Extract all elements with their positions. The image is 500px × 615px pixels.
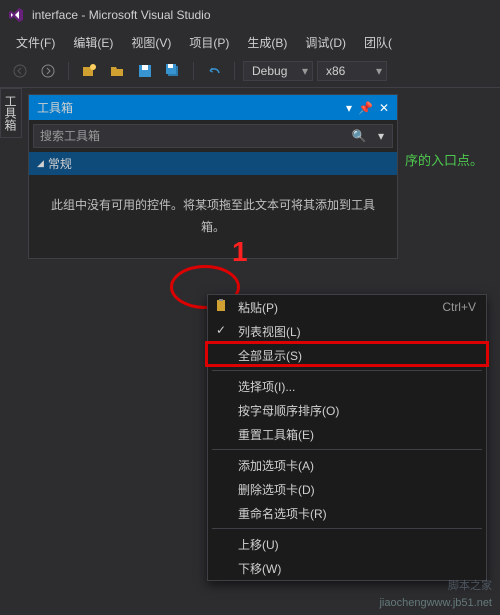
open-button[interactable] [105,59,129,83]
context-menu-item[interactable]: 按字母顺序排序(O) [208,398,486,422]
toolbox-header: 工具箱 ▾ 📌 ✕ [29,95,397,120]
toolbar-separator [68,62,69,80]
toolbox-pin-icon[interactable]: 📌 [358,101,373,115]
toolbar-separator [193,62,194,80]
toolbox-panel: 工具箱 ▾ 📌 ✕ 🔍 ▾ ◢ 常规 此组中没有可用的控件。将某项拖至此文本可将… [28,94,398,259]
watermark-text-2: jiaochengwww.jb51.net [379,597,492,609]
context-menu-item[interactable]: 重置工具箱(E) [208,422,486,446]
context-menu-label: 删除选项卡(D) [238,481,315,498]
context-menu-label: 按字母顺序排序(O) [238,402,339,419]
context-menu-label: 粘贴(P) [238,299,278,316]
check-icon: ✓ [216,323,226,337]
context-menu-separator [212,370,482,371]
config-value: Debug [252,64,287,78]
search-icon[interactable]: 🔍 [348,129,370,143]
category-label: 常规 [48,155,72,172]
config-dropdown[interactable]: Debug [243,61,313,81]
toolbox-close-icon[interactable]: ✕ [379,101,389,115]
vs-logo-icon [8,7,24,23]
context-menu-label: 下移(W) [238,560,281,577]
toolbox-search-row: 🔍 ▾ [33,124,393,148]
context-menu-label: 全部显示(S) [238,347,302,364]
context-menu: 粘贴(P) Ctrl+V ✓ 列表视图(L) 全部显示(S) 选择项(I)... 按字母顺序… [207,294,487,581]
menu-build[interactable]: 生成(B) [239,32,295,53]
watermark-text-1: 脚本之家 [448,577,492,593]
context-menu-item[interactable]: 粘贴(P) Ctrl+V [208,295,486,319]
context-menu-label: 列表视图(L) [238,323,301,340]
toolbar: Debug x86 [0,54,500,88]
menu-debug[interactable]: 调试(D) [297,32,354,53]
toolbar-separator [234,62,235,80]
context-menu-item: 删除选项卡(D) [208,477,486,501]
context-menu-separator [212,449,482,450]
undo-button[interactable] [202,59,226,83]
context-menu-label: 选择项(I)... [238,378,295,395]
menu-file[interactable]: 文件(F) [8,32,63,53]
new-project-button[interactable] [77,59,101,83]
paste-icon [214,298,230,314]
menu-view[interactable]: 视图(V) [123,32,179,53]
expand-icon: ◢ [37,158,44,169]
toolbox-category[interactable]: ◢ 常规 [29,152,397,175]
annotation-label-1: 1 [232,236,248,268]
nav-fwd-button[interactable] [36,59,60,83]
window-title: interface - Microsoft Visual Studio [32,8,211,22]
titlebar: interface - Microsoft Visual Studio [0,0,500,30]
context-menu-separator [212,528,482,529]
context-menu-item: 上移(U) [208,532,486,556]
menu-edit[interactable]: 编辑(E) [65,32,121,53]
sidebar-tab-toolbox[interactable]: 工具箱 [0,88,22,138]
save-button[interactable] [133,59,157,83]
context-menu-item[interactable]: 选择项(I)... [208,374,486,398]
context-menu-item[interactable]: 全部显示(S) [208,343,486,367]
platform-value: x86 [326,64,345,78]
platform-dropdown[interactable]: x86 [317,61,387,81]
toolbox-dropdown-icon[interactable]: ▾ [346,101,352,115]
context-menu-label: 重置工具箱(E) [238,426,314,443]
menubar: 文件(F) 编辑(E) 视图(V) 项目(P) 生成(B) 调试(D) 团队( [0,30,500,54]
menu-project[interactable]: 项目(P) [181,32,237,53]
nav-back-button[interactable] [8,59,32,83]
editor-hint-text: 序的入口点。 [405,150,483,169]
context-menu-item: 下移(W) [208,556,486,580]
toolbox-empty-message: 此组中没有可用的控件。将某项拖至此文本可将其添加到工具箱。 [29,175,397,258]
toolbox-search-input[interactable] [34,125,348,147]
context-menu-item: 重命名选项卡(R) [208,501,486,525]
menu-team[interactable]: 团队( [356,32,400,53]
context-menu-item[interactable]: 添加选项卡(A) [208,453,486,477]
context-menu-label: 上移(U) [238,536,279,553]
context-menu-label: 添加选项卡(A) [238,457,314,474]
context-menu-shortcut: Ctrl+V [442,300,476,314]
search-clear-icon[interactable]: ▾ [370,129,392,143]
toolbox-title: 工具箱 [37,99,73,116]
save-all-button[interactable] [161,59,185,83]
context-menu-label: 重命名选项卡(R) [238,505,327,522]
context-menu-item[interactable]: ✓ 列表视图(L) [208,319,486,343]
